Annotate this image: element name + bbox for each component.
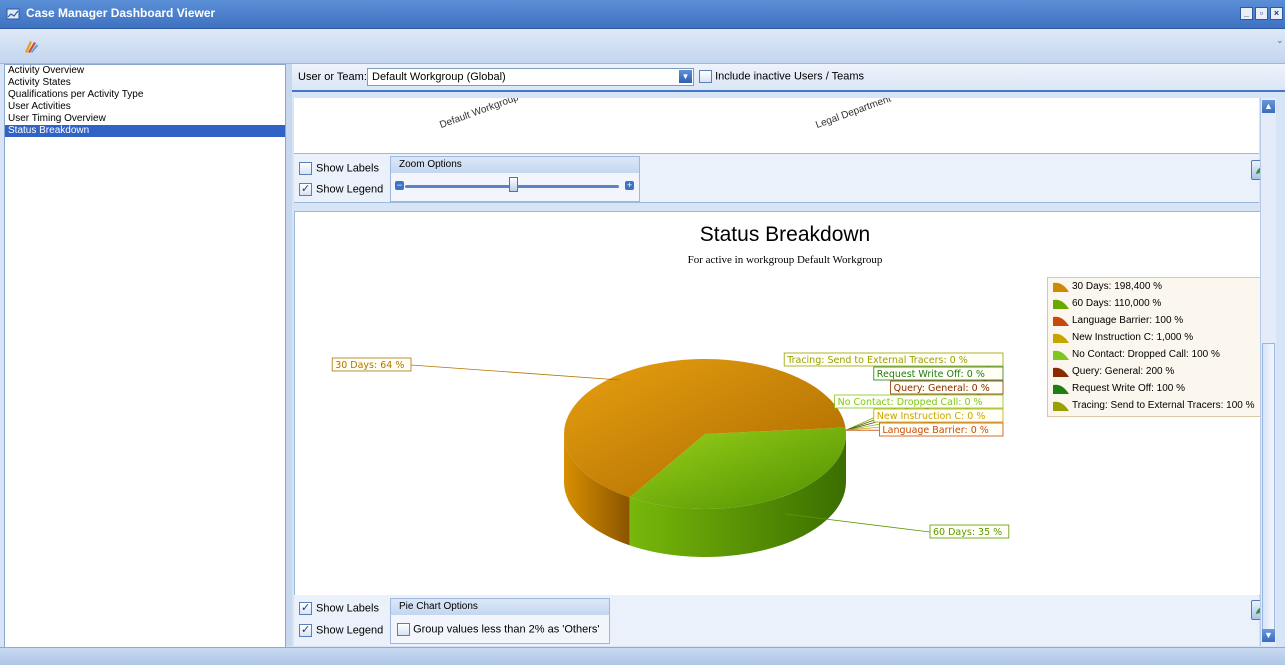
status-breakdown-chart: Status Breakdown For active in workgroup… [294,211,1266,596]
palette-icon[interactable] [22,37,40,55]
data-label: Language Barrier: 0 % [845,422,1004,437]
zoom-out-button[interactable]: − [395,181,404,190]
scroll-thumb[interactable] [1262,343,1275,638]
legend-swatch [1053,316,1069,326]
zoom-options-header: Zoom Options [391,157,639,173]
filter-bar: User or Team: Default Workgroup (Global)… [292,64,1285,92]
pie-options-header: Pie Chart Options [391,599,609,615]
show-labels-label-bottom: Show Labels [316,602,379,615]
svg-text:Query: General: 0 %: Query: General: 0 % [894,383,990,394]
show-labels-toggle-bottom[interactable]: Show Labels [299,601,379,615]
legend-swatch [1053,384,1069,394]
window-titlebar: Case Manager Dashboard Viewer _ ▫ × [0,0,1285,29]
nav-item-status-breakdown[interactable]: Status Breakdown [5,125,285,137]
show-labels-checkbox[interactable] [299,162,312,175]
show-labels-label: Show Labels [316,162,379,175]
svg-text:New Instruction C: 0 %: New Instruction C: 0 % [877,411,986,422]
chart-legend: 30 Days: 198,400 % 60 Days: 110,000 % Lang… [1047,277,1266,417]
close-button[interactable]: × [1270,7,1283,20]
workgroup-chart: Default Workgroup Legal Department [294,98,1259,154]
legend-label: No Contact: Dropped Call: 100 % [1072,349,1220,360]
group-small-values-toggle[interactable]: Group values less than 2% as 'Others' [397,623,599,636]
show-legend-checkbox-bottom[interactable] [299,623,312,637]
legend-swatch [1053,367,1069,377]
show-legend-toggle[interactable]: Show Legend [299,182,384,196]
legend-label: Tracing: Send to External Tracers: 100 % [1072,400,1255,411]
legend-swatch [1053,333,1069,343]
zoom-slider-thumb[interactable] [509,177,518,192]
pie-options-bar: Show Labels Show Legend Pie Chart Option… [294,595,1271,646]
group-small-values-checkbox[interactable] [397,623,410,636]
show-labels-toggle[interactable]: Show Labels [299,162,379,175]
data-label: 30 Days: 64 % [331,357,621,381]
group-small-values-label: Group values less than 2% as 'Others' [413,623,600,636]
user-team-select[interactable]: Default Workgroup (Global) ▼ [367,68,694,86]
show-labels-checkbox-bottom[interactable] [299,601,312,615]
legend-item: Language Barrier: 100 % [1048,312,1265,329]
legend-item: New Instruction C: 1,000 % [1048,329,1265,346]
app-icon [6,8,20,20]
window-title: Case Manager Dashboard Viewer [26,6,216,20]
svg-text:No Contact: Dropped Call: 0 %: No Contact: Dropped Call: 0 % [838,397,983,408]
legend-label: 60 Days: 110,000 % [1072,298,1162,309]
show-legend-toggle-bottom[interactable]: Show Legend [299,623,384,637]
main-pane: User or Team: Default Workgroup (Global)… [292,64,1285,646]
nav-item-user-activities[interactable]: User Activities [5,101,285,113]
toolbar: ⌄ [0,29,1285,64]
legend-label: Query: General: 200 % [1072,366,1175,377]
restore-button[interactable]: ▫ [1255,7,1268,20]
legend-item: Tracing: Send to External Tracers: 100 % [1048,397,1265,414]
report-list: Activity Overview Activity States Qualif… [4,64,286,648]
show-legend-checkbox[interactable] [299,182,312,196]
include-inactive-toggle[interactable]: Include inactive Users / Teams [699,70,864,83]
minimize-button[interactable]: _ [1240,7,1253,20]
nav-item-qualifications[interactable]: Qualifications per Activity Type [5,89,285,101]
svg-text:Language Barrier: 0 %: Language Barrier: 0 % [882,425,988,436]
x-tick-label: Legal Department [814,98,893,131]
svg-text:Request Write Off: 0 %: Request Write Off: 0 % [877,369,985,380]
legend-label: Language Barrier: 100 % [1072,315,1184,326]
zoom-in-button[interactable]: + [625,181,634,190]
chart-subtitle: For active in workgroup Default Workgrou… [688,254,883,266]
status-bar [0,647,1285,665]
nav-item-activity-overview[interactable]: Activity Overview [5,65,285,77]
user-team-label: User or Team: [298,71,367,83]
legend-item: 30 Days: 198,400 % [1048,278,1265,295]
svg-text:30 Days: 64 %: 30 Days: 64 % [335,360,404,371]
nav-item-user-timing[interactable]: User Timing Overview [5,113,285,125]
chart-options-bar: Show Labels Show Legend Zoom Options − + [294,154,1271,203]
show-legend-label-bottom: Show Legend [316,624,384,637]
legend-label: 30 Days: 198,400 % [1072,281,1163,292]
legend-item: 60 Days: 110,000 % [1048,295,1265,312]
chevron-down-icon[interactable]: ▼ [679,70,692,83]
scroll-down-icon[interactable]: ▼ [1262,629,1275,642]
include-inactive-label: Include inactive Users / Teams [715,70,865,83]
pie-chart-options-panel: Pie Chart Options Group values less than… [390,598,610,644]
chevron-down-icon[interactable]: ⌄ [1276,35,1284,59]
legend-swatch [1053,401,1069,411]
svg-text:60 Days: 35 %: 60 Days: 35 % [933,527,1002,538]
user-team-value: Default Workgroup (Global) [372,71,506,83]
legend-label: New Instruction C: 1,000 % [1072,332,1194,343]
legend-swatch [1053,350,1069,360]
include-inactive-checkbox[interactable] [699,70,712,83]
x-tick-label: Default Workgroup [438,98,521,131]
svg-text:Tracing: Send to External Trac: Tracing: Send to External Tracers: 0 % [786,355,968,366]
legend-swatch [1053,282,1069,292]
chart-title: Status Breakdown [700,223,870,246]
legend-item: Request Write Off: 100 % [1048,380,1265,397]
legend-swatch [1053,299,1069,309]
legend-label: Request Write Off: 100 % [1072,383,1186,394]
legend-item: Query: General: 200 % [1048,363,1265,380]
show-legend-label: Show Legend [316,183,384,196]
nav-item-activity-states[interactable]: Activity States [5,77,285,89]
legend-item: No Contact: Dropped Call: 100 % [1048,346,1265,363]
vertical-scrollbar[interactable]: ▲ ▼ [1260,98,1276,646]
zoom-options-panel: Zoom Options − + [390,156,640,202]
scroll-up-icon[interactable]: ▲ [1262,100,1275,113]
